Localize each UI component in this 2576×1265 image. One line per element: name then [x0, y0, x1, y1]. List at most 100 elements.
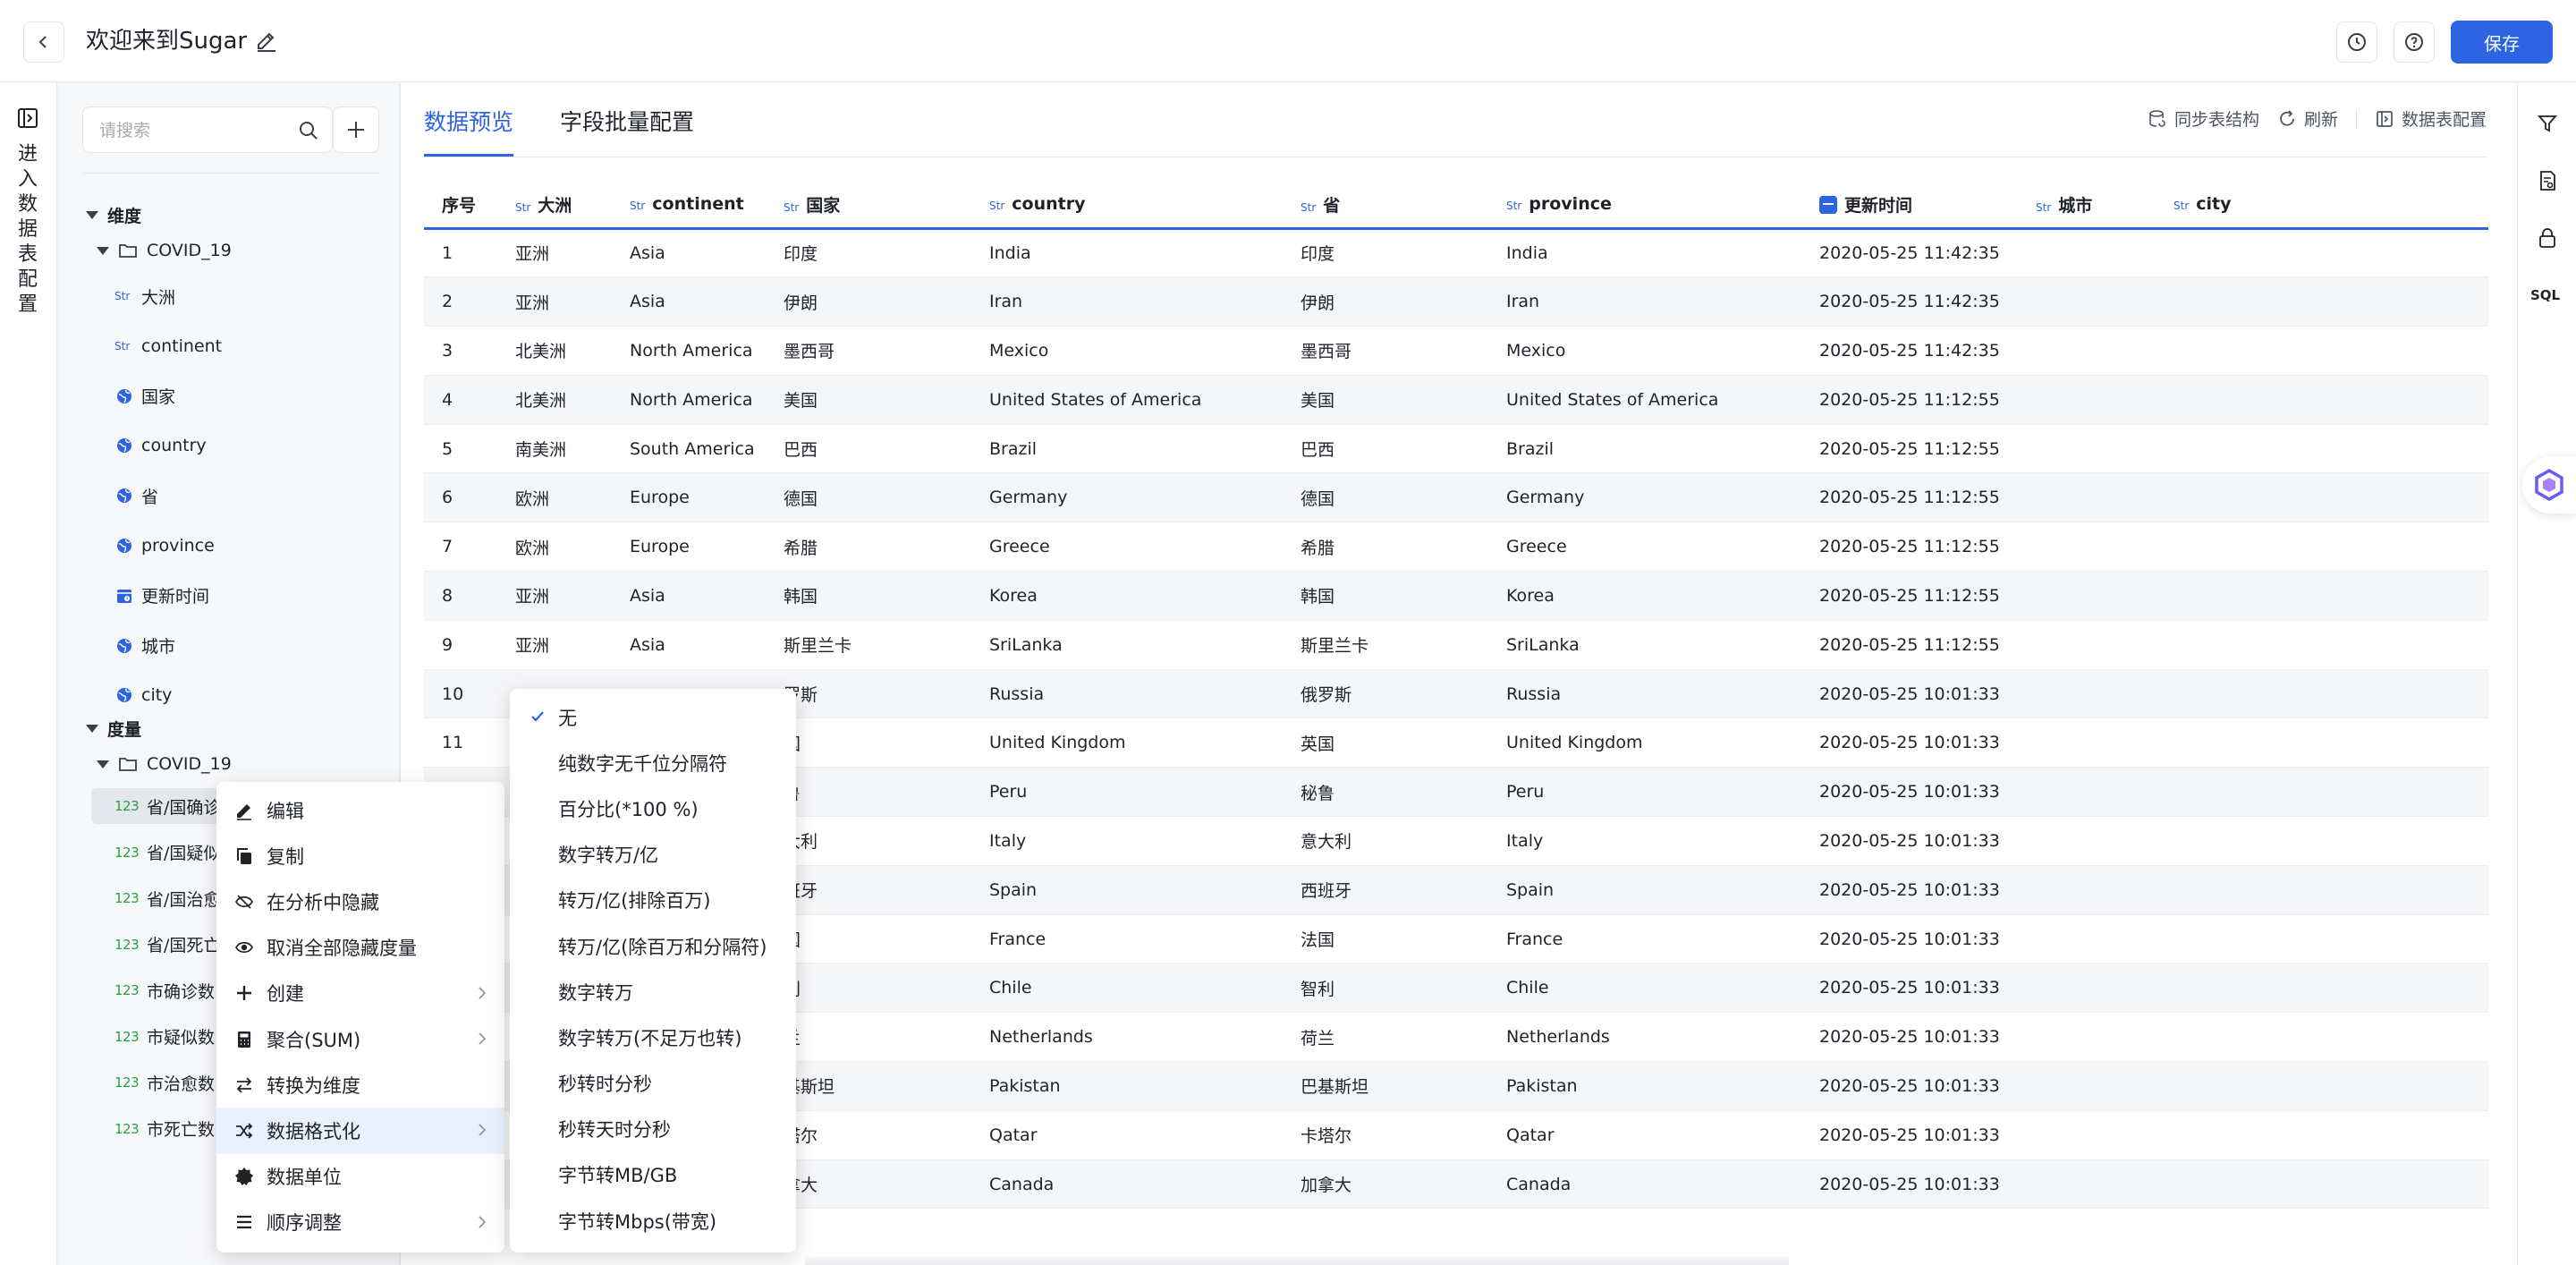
table-row[interactable]: 8 亚洲 Asia 韩国 Korea 韩国 Korea 2020-05-25 11:12:55 — [424, 571, 2488, 621]
column-header[interactable]: Str country — [971, 182, 1283, 228]
field-context-menu: 编辑 复制 在分析中隐藏 取消全部隐藏度量 创建 聚合(SUM) 转换为维度 数据格式化 数据单… — [216, 782, 504, 1252]
dimension-field-item[interactable]: country — [114, 428, 383, 463]
table-cell: France — [1506, 929, 1563, 949]
enter-table-config-link[interactable]: 进入数据表配置 — [18, 142, 39, 318]
dimensions-section-header[interactable]: 维度 — [86, 203, 141, 227]
table-cell: Peru — [989, 782, 1028, 802]
column-header[interactable]: Str 省 — [1283, 182, 1488, 228]
format-option[interactable]: 百分比(*100 %) — [510, 785, 796, 831]
table-config-button[interactable]: 数据表配置 — [2375, 106, 2487, 131]
table-row[interactable]: 5 南美洲 South America 巴西 Brazil 巴西 Brazil 2020-05… — [424, 424, 2488, 473]
table-row[interactable]: 2 亚洲 Asia 伊朗 Iran 伊朗 Iran 2020-05-25 11:42:35 — [424, 276, 2488, 327]
table-row[interactable]: 7 欧洲 Europe 希腊 Greece 希腊 Greece 2020-05-25 11:1… — [424, 522, 2488, 572]
context-menu-item[interactable]: 在分析中隐藏 — [216, 879, 504, 924]
context-menu-item[interactable]: 顺序调整 — [216, 1200, 504, 1245]
context-menu-item[interactable]: 数据单位 — [216, 1154, 504, 1200]
format-option[interactable]: 数字转万 — [510, 969, 796, 1015]
refresh-button[interactable]: 刷新 — [2277, 106, 2338, 131]
dimension-group-covid[interactable]: COVID_19 — [97, 241, 232, 260]
dimension-field-item[interactable]: Str continent — [114, 328, 383, 364]
column-header[interactable]: Str province — [1488, 182, 1801, 228]
eye-icon — [235, 942, 253, 954]
dimension-field-item[interactable]: 省 — [114, 478, 383, 514]
panel-toggle-icon[interactable] — [16, 106, 39, 130]
table-row[interactable]: 1 亚洲 Asia 印度 India 印度 India 2020-05-25 11:42:35 — [424, 228, 2488, 277]
context-menu-item[interactable]: 转换为维度 — [216, 1062, 504, 1108]
table-cell — [2018, 1013, 2156, 1062]
history-button[interactable] — [2336, 21, 2377, 63]
table-row[interactable]: 9 亚洲 Asia 斯里兰卡 SriLanka 斯里兰卡 SriLanka 2020-05-2… — [424, 620, 2488, 670]
context-menu-item[interactable]: 复制 — [216, 833, 504, 879]
table-cell — [2018, 1062, 2156, 1111]
table-cell: Europe — [630, 537, 690, 557]
ai-assistant-button[interactable] — [2522, 456, 2576, 514]
column-header[interactable]: 更新时间 — [1801, 182, 2018, 228]
format-option[interactable]: 转万/亿(排除百万) — [510, 878, 796, 923]
table-cell: Europe — [630, 488, 690, 508]
table-cell — [2156, 914, 2488, 964]
format-option[interactable]: 无 — [510, 694, 796, 740]
measures-section-header[interactable]: 度量 — [86, 717, 141, 741]
context-menu-item[interactable]: 聚合(SUM) — [216, 1016, 504, 1062]
context-menu-item[interactable]: 取消全部隐藏度量 — [216, 925, 504, 971]
dimension-field-item[interactable]: 城市 — [114, 628, 383, 664]
refresh-icon — [2280, 109, 2294, 126]
measure-group-covid[interactable]: COVID_19 — [97, 754, 232, 774]
table-cell: 罗斯 — [784, 685, 818, 706]
table-cell: 巴西 — [784, 440, 818, 461]
collapse-triangle-icon — [86, 211, 98, 219]
document-search-icon[interactable] — [2536, 169, 2559, 192]
field-type-icon: 123 — [114, 1074, 145, 1091]
lock-icon[interactable] — [2536, 226, 2559, 250]
sql-button[interactable]: SQL — [2530, 287, 2560, 303]
column-header[interactable]: 序号 — [424, 182, 497, 228]
dimension-field-item[interactable]: city — [114, 677, 383, 713]
format-option[interactable]: 字节转Mbps(带宽) — [510, 1198, 796, 1244]
sync-schema-button[interactable]: 同步表结构 — [2148, 106, 2259, 131]
field-type-icon: 123 — [114, 1029, 145, 1045]
table-cell — [2156, 228, 2488, 277]
context-menu-item[interactable]: 编辑 — [216, 787, 504, 833]
menu-item-icon-wrap — [234, 1030, 254, 1049]
table-cell: 大利 — [784, 832, 818, 853]
table-row[interactable]: 4 北美洲 North America 美国 United States of Amer… — [424, 375, 2488, 425]
dimension-field-item[interactable]: 国家 — [114, 378, 383, 414]
column-header[interactable]: Str continent — [612, 182, 766, 228]
back-button[interactable] — [23, 21, 64, 63]
column-header[interactable]: Str city — [2156, 182, 2488, 228]
format-option[interactable]: 秒转时分秒 — [510, 1061, 796, 1107]
format-option[interactable]: 纯数字无千位分隔符 — [510, 740, 796, 785]
context-menu-item[interactable]: 创建 — [216, 971, 504, 1016]
table-cell: 韩国 — [1301, 587, 1335, 607]
format-option[interactable]: 转万/亿(除百万和分隔符) — [510, 923, 796, 969]
save-button[interactable]: 保存 — [2451, 21, 2553, 64]
edit-title-icon[interactable] — [254, 29, 279, 54]
collapse-triangle-icon — [97, 246, 109, 255]
column-header[interactable]: Str 国家 — [766, 182, 971, 228]
column-header[interactable]: Str 大洲 — [497, 182, 612, 228]
search-input[interactable] — [99, 118, 287, 143]
format-option[interactable]: 字节转MB/GB — [510, 1152, 796, 1198]
add-field-button[interactable] — [333, 106, 379, 153]
table-row[interactable]: 6 欧洲 Europe 德国 Germany 德国 Germany 2020-05-25 11… — [424, 472, 2488, 522]
tab-data-preview[interactable]: 数据预览 — [424, 106, 514, 157]
dimension-field-item[interactable]: 更新时间 — [114, 578, 383, 614]
table-cell: 希腊 — [1301, 538, 1335, 558]
dimension-field-item[interactable]: Str 大洲 — [114, 278, 383, 314]
help-button[interactable] — [2394, 21, 2435, 63]
table-row[interactable]: 3 北美洲 North America 墨西哥 Mexico 墨西哥 Mexico 2020-… — [424, 327, 2488, 376]
chevron-right-icon — [479, 987, 487, 999]
field-search[interactable] — [82, 106, 333, 153]
tab-field-batch-config[interactable]: 字段批量配置 — [560, 106, 694, 157]
search-icon[interactable] — [298, 120, 319, 141]
format-option[interactable]: 数字转万/亿 — [510, 832, 796, 878]
shuffle-icon — [236, 1123, 253, 1139]
dimension-field-item[interactable]: province — [114, 528, 383, 564]
table-cell — [2156, 473, 2488, 522]
format-option[interactable]: 秒转天时分秒 — [510, 1107, 796, 1152]
column-header[interactable]: Str 城市 — [2018, 182, 2156, 228]
context-menu-item[interactable]: 数据格式化 — [216, 1108, 504, 1154]
field-label: 市疑似数 — [147, 1028, 216, 1048]
format-option[interactable]: 数字转万(不足万也转) — [510, 1015, 796, 1060]
filter-icon[interactable] — [2536, 112, 2559, 135]
